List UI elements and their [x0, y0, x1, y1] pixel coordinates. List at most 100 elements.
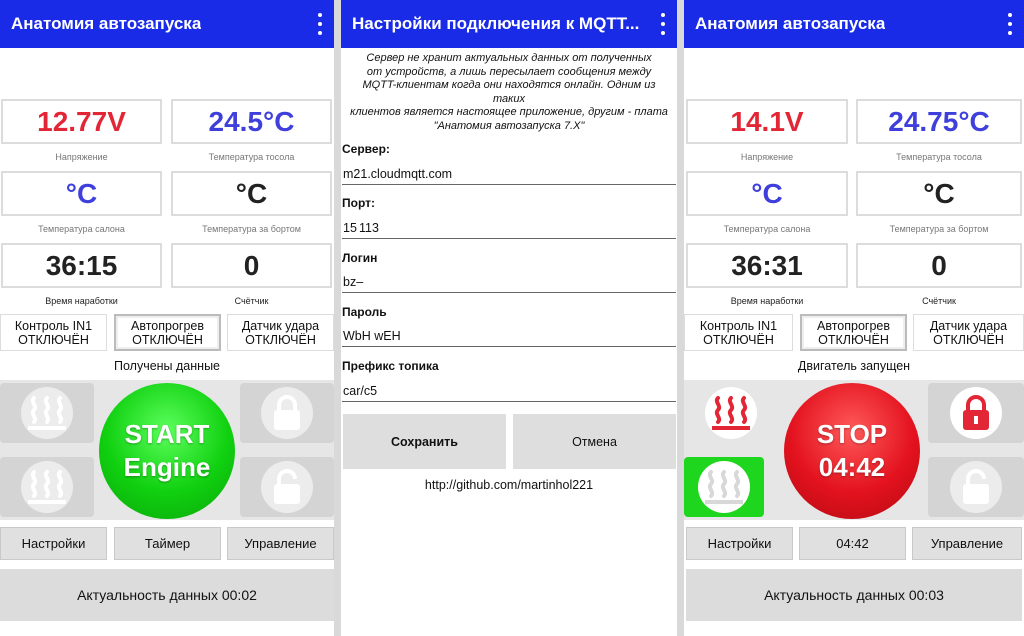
heater-icon [21, 387, 73, 439]
in1-control-toggle[interactable]: Контроль IN1 ОТКЛЮЧЁН [684, 314, 793, 351]
unlock-button[interactable] [240, 457, 334, 517]
heater-off-button[interactable] [0, 457, 94, 517]
start-engine-line1: START [124, 419, 210, 449]
outside-temp-label: Температура за бортом [889, 224, 989, 234]
app-bar: Анатомия автозапуска [684, 0, 1024, 48]
lock-icon [950, 387, 1002, 439]
more-options-icon[interactable] [659, 13, 667, 35]
app-title: Анатомия автозапуска [695, 14, 886, 33]
save-button[interactable]: Сохранить [343, 414, 506, 469]
info-line: от устройств, а лишь пересылает сообщени… [366, 65, 652, 78]
info-line: "Анатомия автозапуска 7.X" [433, 119, 585, 132]
topic-prefix-field[interactable]: car/c5 [342, 382, 676, 402]
app-title: Анатомия автозапуска [11, 14, 202, 33]
port-label: Порт: [342, 196, 375, 210]
in1-control-toggle[interactable]: Контроль IN1 ОТКЛЮЧЁН [0, 314, 107, 351]
voltage-value: 12.77V [1, 99, 162, 144]
unlock-icon [950, 461, 1002, 513]
runtime-value: 36:31 [686, 243, 848, 288]
unlock-icon [261, 461, 313, 513]
coolant-temp-label: Температура тосола [896, 152, 982, 162]
in1-control-label: Контроль IN1 [699, 318, 778, 333]
lock-icon [261, 387, 313, 439]
shock-sensor-toggle[interactable]: Датчик удара ОТКЛЮЧЁН [227, 314, 334, 351]
password-label: Пароль [342, 305, 387, 319]
password-field[interactable]: WbH wEH [342, 327, 676, 347]
shock-sensor-label: Датчик удара [241, 318, 320, 333]
counter-value: 0 [171, 243, 332, 288]
start-engine-button[interactable]: START Engine [99, 383, 235, 519]
settings-button[interactable]: Настройки [0, 527, 107, 560]
coolant-temp-value: 24.75°C [856, 99, 1022, 144]
voltage-value: 14.1V [686, 99, 848, 144]
app-bar: Настройки подключения к MQTT... [341, 0, 677, 48]
runtime-value: 36:15 [1, 243, 162, 288]
timer-button[interactable]: Таймер [114, 527, 221, 560]
in1-control-status: ОТКЛЮЧЁН [18, 332, 89, 347]
coolant-temp-label: Температура тосола [208, 152, 295, 162]
shock-sensor-status: ОТКЛЮЧЁН [245, 332, 316, 347]
outside-temp-label: Температура за бортом [202, 224, 301, 234]
in1-control-status: ОТКЛЮЧЁН [703, 332, 774, 347]
autoheat-toggle[interactable]: Автопрогрев ОТКЛЮЧЁН [114, 314, 221, 351]
app-bar: Анатомия автозапуска [0, 0, 334, 48]
github-link[interactable]: http://github.com/martinhol221 [341, 478, 677, 492]
timer-button[interactable]: 04:42 [799, 527, 906, 560]
lock-button[interactable] [928, 383, 1024, 443]
voltage-label: Напряжение [740, 152, 794, 162]
stop-engine-line1: STOP [816, 419, 888, 449]
info-line: Сервер не хранит актуальных данных от по… [366, 52, 652, 64]
autoheat-status: ОТКЛЮЧЁН [132, 332, 203, 347]
more-options-icon[interactable] [316, 13, 324, 35]
shock-sensor-toggle[interactable]: Датчик удара ОТКЛЮЧЁН [913, 314, 1024, 351]
heater-off-button[interactable] [684, 457, 764, 517]
heater-icon [21, 461, 73, 513]
topic-prefix-label: Префикс топика [342, 359, 439, 373]
stop-engine-button[interactable]: STOP 04:42 [784, 383, 920, 519]
autoheat-toggle[interactable]: Автопрогрев ОТКЛЮЧЁН [800, 314, 907, 351]
autoheat-label: Автопрогрев [816, 318, 891, 333]
autoheat-label: Автопрогрев [130, 318, 205, 333]
cabin-temp-value: °C [1, 171, 162, 216]
app-title: Настройки подключения к MQTT... [352, 14, 640, 33]
control-button[interactable]: Управление [227, 527, 334, 560]
heater-icon [705, 387, 757, 439]
control-button[interactable]: Управление [912, 527, 1022, 560]
runtime-label: Время наработки [45, 296, 118, 306]
cancel-button[interactable]: Отмена [513, 414, 676, 469]
heater-on-button[interactable] [0, 383, 94, 443]
mqtt-settings-screen: Настройки подключения к MQTT... Сервер н… [341, 0, 677, 636]
start-engine-line2: Engine [123, 452, 211, 482]
info-line: клиентов является настоящее приложение, … [350, 106, 668, 118]
server-field[interactable]: m21.cloudmqtt.com [342, 165, 676, 185]
login-field[interactable]: bz‒ [342, 273, 676, 293]
more-options-icon[interactable] [1006, 13, 1014, 35]
port-field[interactable]: 15 113 [342, 219, 676, 239]
shock-sensor-label: Датчик удара [929, 318, 1008, 333]
cabin-temp-label: Температура салона [38, 224, 125, 234]
counter-value: 0 [856, 243, 1022, 288]
login-label: Логин [342, 251, 378, 265]
counter-label: Счётчик [234, 296, 269, 306]
status-text: Двигатель запущен [797, 359, 911, 373]
autoheat-status: ОТКЛЮЧЁН [818, 332, 889, 347]
heater-on-button[interactable] [684, 383, 778, 443]
cabin-temp-value: °C [686, 171, 848, 216]
in1-control-label: Контроль IN1 [14, 318, 93, 333]
outside-temp-value: °C [856, 171, 1022, 216]
unlock-button[interactable] [928, 457, 1024, 517]
coolant-temp-value: 24.5°C [171, 99, 332, 144]
voltage-label: Напряжение [55, 152, 108, 162]
data-age-footer: Актуальность данных 00:02 [0, 569, 334, 621]
shock-sensor-status: ОТКЛЮЧЁН [933, 332, 1004, 347]
autostart-screen-running: Анатомия автозапуска 14.1V Напряжение 24… [684, 0, 1024, 636]
autostart-screen-idle: Анатомия автозапуска 12.77V Напряжение 2… [0, 0, 334, 636]
runtime-label: Время наработки [730, 296, 804, 306]
info-line: MQTT-клиентам когда они находятся онлайн… [362, 79, 656, 105]
cabin-temp-label: Температура салона [723, 224, 811, 234]
server-label: Сервер: [342, 142, 390, 156]
lock-button[interactable] [240, 383, 334, 443]
outside-temp-value: °C [171, 171, 332, 216]
settings-button[interactable]: Настройки [686, 527, 793, 560]
heater-icon [698, 461, 750, 513]
